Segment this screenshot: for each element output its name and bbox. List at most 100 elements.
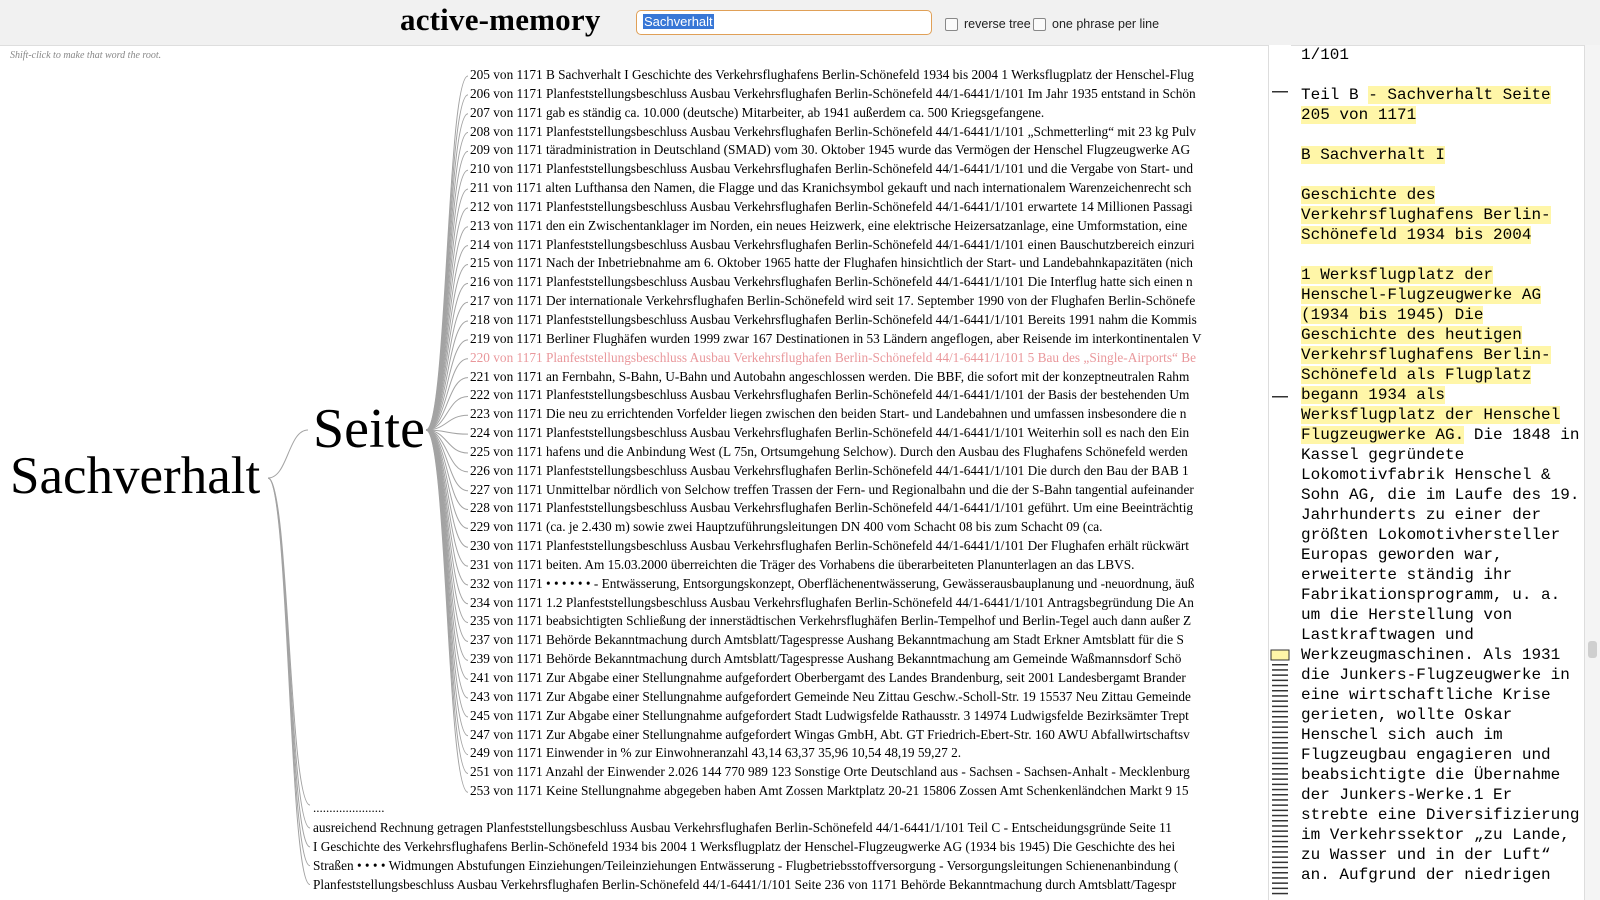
panel-scrollbar[interactable] xyxy=(1584,45,1600,900)
branch-line[interactable]: 232 von 1171 • • • • • • - Entwässerung,… xyxy=(470,575,1262,594)
minimap-marker xyxy=(1272,846,1288,848)
branch-line[interactable]: 213 von 1171 den ein Zwischentanklager i… xyxy=(470,217,1262,236)
minimap-marker xyxy=(1272,752,1288,754)
minimap-marker xyxy=(1272,820,1288,822)
branch-line[interactable]: 243 von 1171 Zur Abgabe einer Stellungna… xyxy=(470,688,1262,707)
minimap-marker xyxy=(1272,872,1288,874)
document-panel: 1/101 Teil B - Sachverhalt Seite 205 von … xyxy=(1291,45,1584,900)
branch-line[interactable]: 231 von 1171 beiten. Am 15.03.2000 überr… xyxy=(470,556,1262,575)
panel-text: Die 1848 in Kassel gegründete Lokomotivf… xyxy=(1301,426,1580,884)
branch-line[interactable]: 230 von 1171 Planfeststellungsbeschluss … xyxy=(470,537,1262,556)
minimap-marker xyxy=(1272,747,1288,749)
minimap-marker xyxy=(1272,783,1288,786)
branch-connector xyxy=(425,429,469,793)
minimap-marker xyxy=(1272,91,1288,93)
minimap-marker xyxy=(1272,856,1288,858)
branch-line[interactable]: 214 von 1171 Planfeststellungsbeschluss … xyxy=(470,236,1262,255)
branch-line[interactable]: 208 von 1171 Planfeststellungsbeschluss … xyxy=(470,123,1262,142)
root-connector xyxy=(267,477,311,848)
panel-text: 1/101 xyxy=(1301,46,1350,64)
branch-connector xyxy=(425,207,469,431)
branch-line[interactable]: 225 von 1171 hafens und die Anbindung We… xyxy=(470,443,1262,462)
minimap-marker xyxy=(1272,700,1288,702)
branch-line[interactable]: 226 von 1171 Planfeststellungsbeschluss … xyxy=(470,462,1262,481)
branch-line[interactable]: 249 von 1171 Einwender in % zur Einwohne… xyxy=(470,744,1262,763)
minimap-marker xyxy=(1272,695,1288,697)
minimap-marker xyxy=(1272,809,1288,812)
branch-line[interactable]: 206 von 1171 Planfeststellungsbeschluss … xyxy=(470,85,1262,104)
branch-line[interactable]: 218 von 1171 Planfeststellungsbeschluss … xyxy=(470,311,1262,330)
root-line[interactable]: Straßen • • • • Widmungen Abstufungen Ei… xyxy=(313,857,1261,876)
branch-line[interactable]: 222 von 1171 Planfeststellungsbeschluss … xyxy=(470,386,1262,405)
branch-line[interactable]: 211 von 1171 alten Lufthansa den Namen, … xyxy=(470,179,1262,198)
minimap-marker xyxy=(1272,690,1288,692)
branch-line[interactable]: 217 von 1171 Der internationale Verkehrs… xyxy=(470,292,1262,311)
search-input-value: Sachverhalt xyxy=(643,14,714,29)
minimap-marker xyxy=(1272,804,1288,806)
branch-line[interactable]: 253 von 1171 Keine Stellungnahme abgegeb… xyxy=(470,782,1262,801)
branch-line[interactable]: 216 von 1171 Planfeststellungsbeschluss … xyxy=(470,273,1262,292)
panel-paragraph: Geschichte des Verkehrsflughafens Berlin… xyxy=(1301,185,1584,245)
branch-line[interactable]: 228 von 1171 Planfeststellungsbeschluss … xyxy=(470,499,1262,518)
branch-line[interactable]: 247 von 1171 Zur Abgabe einer Stellungna… xyxy=(470,726,1262,745)
branch-line[interactable]: 205 von 1171 B Sachverhalt I Geschichte … xyxy=(470,66,1262,85)
minimap-marker xyxy=(1272,762,1288,765)
root-line[interactable]: ausreichend Rechnung getragen Planfestst… xyxy=(313,819,1261,838)
one-phrase-option[interactable]: one phrase per line xyxy=(1033,17,1159,31)
scrollbar-thumb[interactable] xyxy=(1588,641,1597,658)
root-line[interactable]: I Geschichte des Verkehrsflughafens Berl… xyxy=(313,838,1261,857)
minimap-marker xyxy=(1272,861,1288,864)
minimap-marker xyxy=(1272,742,1288,744)
panel-paragraph: 1/101 xyxy=(1301,45,1584,65)
minimap-marker xyxy=(1272,721,1288,723)
branch-line[interactable]: 224 von 1171 Planfeststellungsbeschluss … xyxy=(470,424,1262,443)
branch-line[interactable]: 229 von 1171 (ca. je 2.430 m) sowie zwei… xyxy=(470,518,1262,537)
branch-line[interactable]: 241 von 1171 Zur Abgabe einer Stellungna… xyxy=(470,669,1262,688)
minimap[interactable] xyxy=(1268,45,1291,900)
branch-line[interactable]: 209 von 1171 täradministration in Deutsc… xyxy=(470,141,1262,160)
minimap-marker xyxy=(1272,778,1288,780)
branch-lines: 205 von 1171 B Sachverhalt I Geschichte … xyxy=(470,66,1262,801)
root-word[interactable]: Sachverhalt xyxy=(10,446,260,506)
panel-paragraph: B Sachverhalt I xyxy=(1301,145,1584,165)
branch-line[interactable]: 227 von 1171 Unmittelbar nördlich von Se… xyxy=(470,481,1262,500)
branch-line[interactable]: 219 von 1171 Berliner Flughäfen wurden 1… xyxy=(470,330,1262,349)
panel-paragraph: Teil B - Sachverhalt Seite 205 von 1171 xyxy=(1301,85,1584,125)
branch-line[interactable]: 239 von 1171 Behörde Bekanntmachung durc… xyxy=(470,650,1262,669)
reverse-tree-label: reverse tree xyxy=(964,17,1031,31)
branch-connector xyxy=(425,429,469,661)
branch-line[interactable]: 207 von 1171 gab es ständig ca. 10.000 (… xyxy=(470,104,1262,123)
minimap-marker xyxy=(1272,710,1288,713)
minimap-marker xyxy=(1272,773,1288,775)
one-phrase-checkbox[interactable] xyxy=(1033,17,1046,31)
minimap-marker xyxy=(1272,396,1288,398)
branch-connector xyxy=(425,429,469,718)
branch-line[interactable]: 237 von 1171 Behörde Bekanntmachung durc… xyxy=(470,631,1262,650)
search-input[interactable]: Sachverhalt xyxy=(636,10,932,35)
reverse-tree-option[interactable]: reverse tree xyxy=(945,17,1031,31)
minimap-marker xyxy=(1272,830,1288,832)
branch-line[interactable]: 245 von 1171 Zur Abgabe einer Stellungna… xyxy=(470,707,1262,726)
root-line[interactable]: Planfeststellungsbeschluss Ausbau Verkeh… xyxy=(313,876,1261,895)
branch-line[interactable]: 221 von 1171 an Fernbahn, S-Bahn, U-Bahn… xyxy=(470,368,1262,387)
branch-line[interactable]: 234 von 1171 1.2 Planfeststellungsbeschl… xyxy=(470,594,1262,613)
minimap-marker xyxy=(1272,684,1288,687)
branch-line[interactable]: 223 von 1171 Die neu zu errichtenden Vor… xyxy=(470,405,1262,424)
reverse-tree-checkbox[interactable] xyxy=(945,17,958,31)
branch-word[interactable]: Seite xyxy=(313,398,425,460)
branch-line[interactable]: 215 von 1171 Nach der Inbetriebnahme am … xyxy=(470,254,1262,273)
root-lines: ausreichend Rechnung getragen Planfestst… xyxy=(313,819,1261,894)
minimap-marker xyxy=(1272,887,1288,890)
branch-line[interactable]: 212 von 1171 Planfeststellungsbeschluss … xyxy=(470,198,1262,217)
branch-line[interactable]: 235 von 1171 beabsichtigten Schließung d… xyxy=(470,612,1262,631)
minimap-marker xyxy=(1272,840,1288,843)
branch-line[interactable]: 210 von 1171 Planfeststellungsbeschluss … xyxy=(470,160,1262,179)
one-phrase-label: one phrase per line xyxy=(1052,17,1160,31)
branch-line[interactable]: 220 von 1171 Planfeststellungsbeschluss … xyxy=(470,349,1262,368)
top-bar: active-memory Sachverhalt reverse tree o… xyxy=(0,0,1600,46)
minimap-marker xyxy=(1272,851,1288,853)
minimap-marker xyxy=(1272,768,1288,770)
branch-line[interactable]: 251 von 1171 Anzahl der Einwender 2.026 … xyxy=(470,763,1262,782)
match-highlight: B Sachverhalt I xyxy=(1301,146,1446,164)
root-connector xyxy=(267,429,309,479)
